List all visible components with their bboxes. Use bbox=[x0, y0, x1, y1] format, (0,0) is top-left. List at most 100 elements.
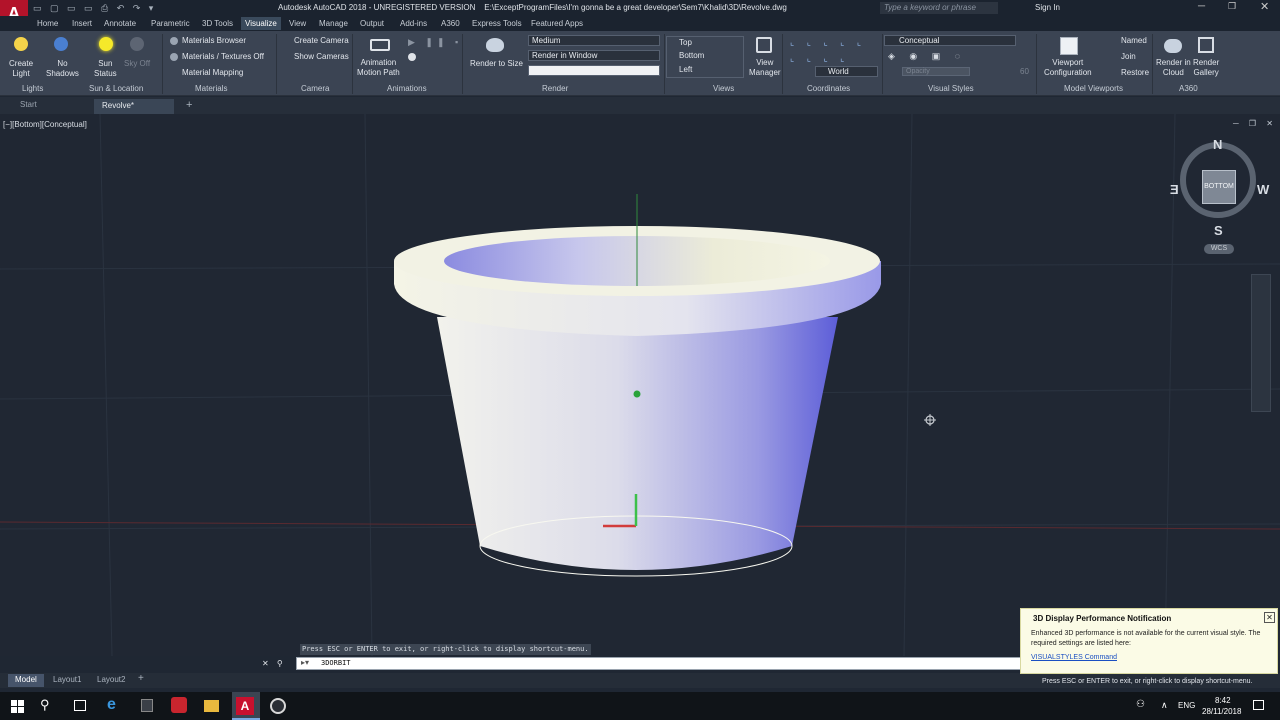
tab-3d-tools[interactable]: 3D Tools bbox=[198, 17, 237, 30]
panel-title-visual-styles[interactable]: Visual Styles bbox=[928, 84, 974, 93]
panel-title-lights[interactable]: Lights bbox=[22, 84, 43, 93]
obs-app-icon[interactable] bbox=[270, 698, 286, 714]
notification-link[interactable]: VISUALSTYLES Command bbox=[1031, 654, 1117, 661]
render-gallery-button[interactable]: Render Gallery bbox=[1193, 58, 1219, 78]
media-app-icon[interactable] bbox=[171, 697, 187, 713]
tab-a360[interactable]: A360 bbox=[437, 17, 464, 30]
join-viewports-button[interactable]: Join bbox=[1121, 52, 1136, 61]
sign-in-button[interactable]: Sign In bbox=[1035, 3, 1060, 12]
tab-view[interactable]: View bbox=[285, 17, 310, 30]
tab-visualize[interactable]: Visualize bbox=[241, 17, 281, 30]
viewcube-north[interactable]: N bbox=[1213, 137, 1222, 152]
view-manager-button[interactable]: View Manager bbox=[749, 58, 781, 78]
search-icon[interactable]: ⚲ bbox=[40, 697, 50, 713]
tab-model[interactable]: Model bbox=[8, 674, 44, 687]
tab-add-ins[interactable]: Add-ins bbox=[396, 17, 431, 30]
task-view-icon[interactable] bbox=[74, 700, 86, 711]
search-input[interactable]: Type a keyword or phrase bbox=[880, 2, 998, 14]
restore-viewports-button[interactable]: Restore bbox=[1121, 68, 1149, 77]
tray-chevron-icon[interactable]: ∧ bbox=[1161, 700, 1168, 711]
minimize-button[interactable]: ─ bbox=[1198, 1, 1205, 12]
materials-textures-button[interactable]: Materials / Textures Off bbox=[182, 52, 264, 61]
quick-access-toolbar[interactable]: ▭ ▢ ▭ ▭ ⎙ ↶ ↷ ▾ bbox=[33, 3, 168, 13]
windows-taskbar: ⚲ e A ⚇ ∧ ENG 8:42 28/11/2018 bbox=[0, 692, 1280, 720]
viewport-label[interactable]: [−][Bottom][Conceptual] bbox=[3, 120, 87, 129]
materials-browser-button[interactable]: Materials Browser bbox=[182, 36, 246, 45]
people-icon[interactable]: ⚇ bbox=[1136, 699, 1145, 710]
visual-style-select[interactable]: Conceptual bbox=[884, 35, 1016, 46]
model-canvas[interactable] bbox=[0, 114, 1280, 656]
command-line-tools[interactable]: ✕ ⚲ bbox=[262, 659, 286, 668]
panel-title-camera[interactable]: Camera bbox=[301, 84, 329, 93]
playback-controls[interactable]: ▶ ❚❚ ▪ bbox=[408, 37, 462, 48]
panel-title-views[interactable]: Views bbox=[713, 84, 734, 93]
viewcube-south[interactable]: S bbox=[1214, 223, 1223, 238]
tab-output[interactable]: Output bbox=[356, 17, 388, 30]
notification-close-button[interactable]: ✕ bbox=[1264, 612, 1275, 623]
panel-title-animations[interactable]: Animations bbox=[387, 84, 427, 93]
navigation-bar[interactable] bbox=[1251, 274, 1271, 412]
visual-style-tools[interactable]: ◈ ◉ ▣ ◌ bbox=[888, 51, 966, 62]
create-camera-button[interactable]: Create Camera bbox=[294, 36, 349, 45]
tab-layout1[interactable]: Layout1 bbox=[52, 675, 82, 684]
render-quality-select[interactable]: Medium bbox=[528, 35, 660, 46]
tab-express-tools[interactable]: Express Tools bbox=[468, 17, 526, 30]
close-button[interactable]: ✕ bbox=[1260, 0, 1269, 13]
tab-layout2[interactable]: Layout2 bbox=[96, 675, 126, 684]
viewport-controls[interactable]: ─ ❐ ✕ bbox=[1233, 119, 1277, 128]
panel-title-coordinates[interactable]: Coordinates bbox=[807, 84, 850, 93]
render-to-size-button[interactable]: Render to Size bbox=[470, 59, 523, 68]
render-in-cloud-button[interactable]: Render in Cloud bbox=[1156, 58, 1191, 78]
sky-off-button[interactable]: Sky Off bbox=[124, 59, 150, 68]
action-center-icon[interactable] bbox=[1253, 700, 1264, 710]
file-explorer-icon[interactable] bbox=[204, 700, 219, 712]
create-light-button[interactable]: Create Light bbox=[9, 59, 33, 79]
gallery-icon bbox=[1198, 37, 1214, 53]
maximize-button[interactable]: ❐ bbox=[1228, 1, 1236, 12]
file-tab-start[interactable]: Start bbox=[14, 100, 86, 113]
ucs-tools-icons[interactable]: ⌞ ⌞ ⌞ ⌞ ⌞ ⌞ ⌞ ⌞ ⌞ bbox=[790, 34, 880, 66]
textures-icon bbox=[170, 53, 178, 61]
material-mapping-button[interactable]: Material Mapping bbox=[182, 68, 243, 77]
named-viewports-button[interactable]: Named bbox=[1121, 36, 1147, 45]
clock-time[interactable]: 8:42 bbox=[1215, 696, 1231, 705]
tab-featured-apps[interactable]: Featured Apps bbox=[527, 17, 587, 30]
tab-parametric[interactable]: Parametric bbox=[147, 17, 194, 30]
file-tab-revolve[interactable]: Revolve* bbox=[94, 99, 174, 114]
edge-browser-icon[interactable]: e bbox=[107, 696, 116, 714]
new-tab-button[interactable]: + bbox=[186, 99, 192, 111]
record-icon[interactable] bbox=[408, 53, 416, 61]
viewcube-east[interactable]: E bbox=[1170, 182, 1179, 197]
panel-title-model-viewports[interactable]: Model Viewports bbox=[1064, 84, 1123, 93]
sky-icon bbox=[130, 37, 144, 51]
viewport-configuration-button[interactable]: Viewport Configuration bbox=[1044, 58, 1092, 78]
no-shadows-button[interactable]: No Shadows bbox=[46, 59, 79, 79]
terminal-icon[interactable] bbox=[141, 699, 153, 712]
panel-title-materials[interactable]: Materials bbox=[195, 84, 227, 93]
clock-date[interactable]: 28/11/2018 bbox=[1202, 707, 1241, 716]
tab-insert[interactable]: Insert bbox=[68, 17, 96, 30]
windows-start-icon[interactable] bbox=[11, 700, 24, 713]
panel-title-sun-location[interactable]: Sun & Location bbox=[89, 84, 143, 93]
panel-title-a360[interactable]: A360 bbox=[1179, 84, 1198, 93]
ucs-select[interactable]: World bbox=[815, 66, 878, 77]
viewcube-face[interactable]: BOTTOM bbox=[1202, 170, 1236, 204]
show-cameras-button[interactable]: Show Cameras bbox=[294, 52, 349, 61]
tab-annotate[interactable]: Annotate bbox=[100, 17, 140, 30]
tab-manage[interactable]: Manage bbox=[315, 17, 352, 30]
command-input[interactable]: 3DORBIT bbox=[321, 659, 351, 667]
language-indicator[interactable]: ENG bbox=[1178, 701, 1195, 710]
render-target-select[interactable]: Render in Window bbox=[528, 50, 660, 61]
command-line[interactable]: ▸▾ 3DORBIT bbox=[296, 657, 1056, 670]
add-layout-button[interactable]: + bbox=[138, 673, 144, 684]
wcs-button[interactable]: WCS bbox=[1204, 244, 1234, 254]
opacity-slider[interactable]: Opacity bbox=[902, 67, 970, 76]
command-prompt-icon: ▸▾ bbox=[301, 658, 310, 667]
drawing-viewport[interactable]: [−][Bottom][Conceptual] ─ ❐ ✕ N S E W BO… bbox=[0, 114, 1280, 656]
viewcube-west[interactable]: W bbox=[1257, 182, 1269, 197]
sun-status-button[interactable]: Sun Status bbox=[94, 59, 117, 79]
tab-home[interactable]: Home bbox=[33, 17, 62, 30]
layout-tab-bar: Model Layout1 Layout2 + Press ESC or ENT… bbox=[0, 673, 1280, 688]
animation-motion-path-button[interactable]: Animation Motion Path bbox=[357, 58, 400, 78]
panel-title-render[interactable]: Render bbox=[542, 84, 568, 93]
